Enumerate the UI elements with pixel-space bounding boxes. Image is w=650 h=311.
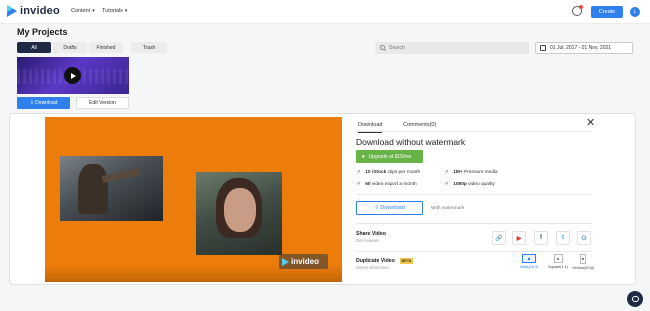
watermark: invideo (279, 254, 328, 269)
search-icon (380, 45, 386, 51)
facebook-icon[interactable]: f (534, 231, 548, 245)
nav-content[interactable]: Content ▾ (71, 8, 95, 14)
close-icon[interactable]: ✕ (586, 118, 595, 129)
play-triangle (70, 72, 76, 79)
feature-text: Premium media (464, 169, 498, 175)
dimension-wide[interactable]: Wide(16:9) (520, 254, 539, 269)
chevron-down-icon: ▾ (124, 8, 128, 14)
upgrade-button[interactable]: ★ Upgrade at $15/mo (356, 150, 423, 163)
nav-tutorials[interactable]: Tutorials ▾ (102, 8, 127, 14)
feature-item: ✓ 1M+ Premium media (445, 169, 498, 175)
download-button[interactable]: ⇩ Download (356, 201, 423, 215)
play-icon[interactable] (64, 67, 81, 84)
share-subtitle: Get reviews (356, 238, 379, 243)
feature-text: clips per month (387, 169, 421, 175)
date-range-text: 01 Jul, 2017 - 01 Nov, 2021 (550, 45, 612, 51)
clip-arm (101, 168, 141, 183)
crown-icon: ★ (361, 153, 366, 160)
create-button[interactable]: Create (591, 6, 623, 18)
wide-ratio-icon (522, 254, 537, 263)
upgrade-label: Upgrade at $15/mo (368, 153, 412, 160)
search-bar (375, 42, 529, 54)
duplicate-title: Duplicate Video (356, 258, 395, 264)
ratio-dot (582, 258, 585, 260)
top-bar: invideo Content ▾ Tutorials ▾ Create L (0, 0, 650, 24)
edit-version-button[interactable]: Edit Version (76, 97, 129, 109)
feature-item: ✓ 1080p video quality (445, 181, 495, 187)
card-download-button[interactable]: ⇩ Download (17, 97, 70, 109)
team-icon[interactable]: ⚇ (577, 231, 591, 245)
tab-comments[interactable]: Comments(0) (403, 122, 436, 128)
dimension-label: Vertical(9:16) (572, 266, 595, 270)
tab-divider (356, 131, 592, 132)
feature-bold: 60 (365, 181, 371, 187)
twitter-icon[interactable]: t (556, 231, 570, 245)
notification-dot (579, 5, 583, 9)
tab-all[interactable]: All (17, 42, 51, 53)
chat-button[interactable] (627, 291, 643, 307)
ratio-dot (528, 257, 531, 260)
brand-name: invideo (20, 5, 60, 17)
link-icon[interactable]: 🔗 (492, 231, 506, 245)
divider (356, 194, 592, 195)
ratio-dot (557, 257, 560, 260)
clip-face (224, 188, 256, 232)
dimension-label: Square(1:1) (548, 265, 569, 269)
feature-text: video export a month (371, 181, 417, 187)
chevron-down-icon: ▾ (92, 8, 95, 14)
youtube-icon[interactable]: ▶ (512, 231, 526, 245)
download-title: Download without watermark (356, 137, 466, 147)
watermark-text: invideo (291, 257, 320, 266)
nav-tutorials-label: Tutorials (102, 8, 123, 14)
date-range-picker[interactable]: 01 Jul, 2017 - 01 Nov, 2021 (535, 42, 633, 54)
feature-bold: 1M+ (453, 169, 463, 175)
dimension-label: Wide(16:9) (520, 265, 539, 269)
duplicate-subtitle: Select dimension (356, 265, 389, 270)
check-icon: ✓ (357, 169, 362, 175)
feature-bold: 10 iStock (365, 169, 387, 175)
video-clip-man (60, 156, 163, 221)
calendar-icon (540, 45, 546, 51)
download-label: Download (380, 205, 405, 211)
feature-bold: 1080p (453, 181, 467, 187)
dimension-vertical[interactable]: Vertical(9:16) (572, 254, 594, 270)
invideo-watermark-icon (282, 257, 289, 266)
tab-trash[interactable]: Trash (131, 42, 167, 53)
filter-tabs: All Drafts Finished Trash (17, 42, 167, 53)
divider (356, 223, 592, 224)
feature-item: ✓ 60 video export a month (357, 181, 417, 187)
avatar[interactable]: L (630, 7, 640, 17)
search-input[interactable] (389, 45, 519, 51)
tab-drafts[interactable]: Drafts (53, 42, 87, 53)
vertical-ratio-icon (580, 254, 587, 264)
bell-icon[interactable] (572, 5, 583, 16)
video-clip-woman (196, 172, 282, 255)
invideo-logo[interactable]: invideo (7, 5, 60, 17)
beta-badge: BETA (400, 258, 413, 264)
clip-figure (78, 164, 108, 214)
share-title: Share Video (356, 231, 386, 237)
page-title: My Projects (17, 27, 68, 37)
tab-finished[interactable]: Finished (89, 42, 123, 53)
nav-content-label: Content (71, 8, 91, 14)
check-icon: ✓ (445, 169, 450, 175)
with-watermark-label: With watermark (431, 206, 465, 211)
chat-icon (631, 296, 639, 302)
square-ratio-icon (553, 254, 563, 263)
feature-text: video quality (468, 181, 495, 187)
dimension-square[interactable]: Square(1:1) (548, 254, 568, 269)
divider (356, 251, 592, 252)
check-icon: ✓ (357, 181, 362, 187)
check-icon: ✓ (445, 181, 450, 187)
feature-item: ✓ 10 iStock clips per month (357, 169, 420, 175)
card-download-label: Download (35, 100, 58, 106)
invideo-logo-icon (7, 5, 17, 17)
